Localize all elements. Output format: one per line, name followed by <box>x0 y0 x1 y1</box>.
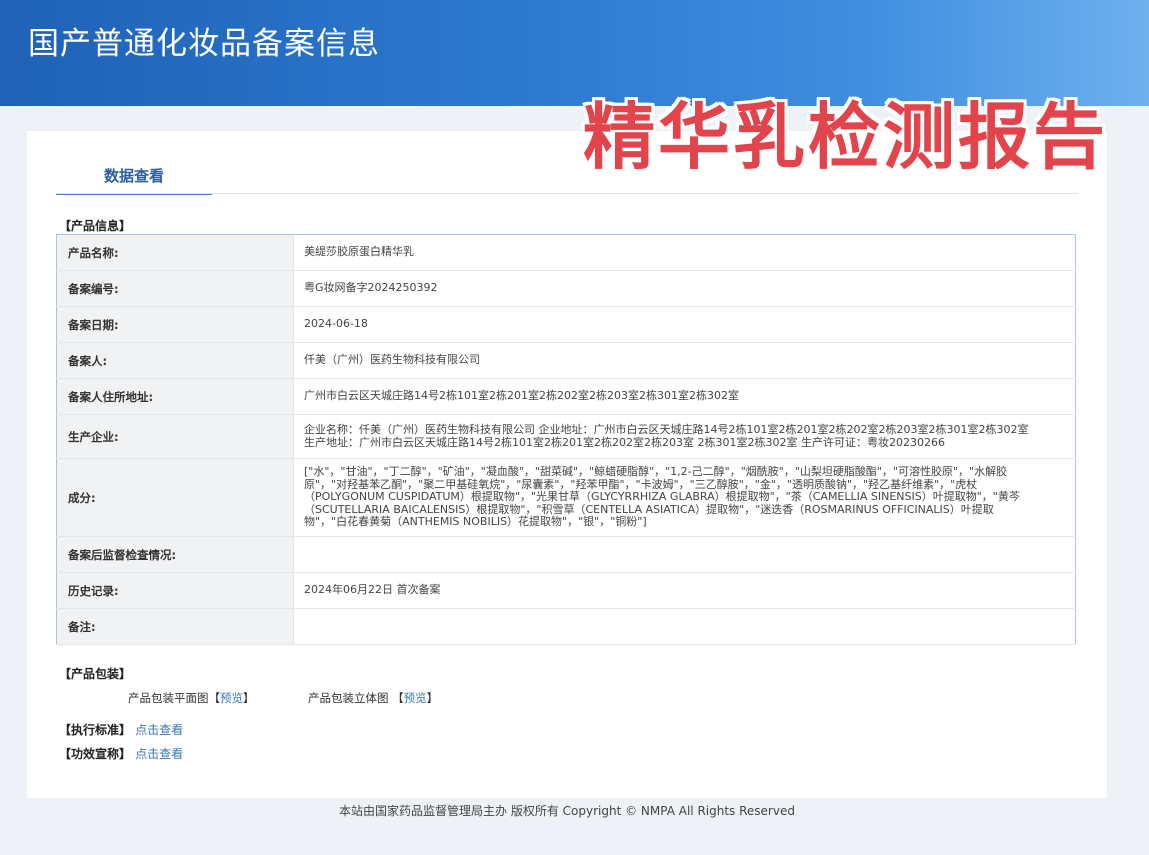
packaging-flat: 产品包装平面图【预览】 <box>128 690 255 706</box>
table-row: 备案人住所地址: 广州市白云区天城庄路14号2栋101室2栋201室2栋202室… <box>56 378 1076 415</box>
row-label: 历史记录: <box>56 572 294 609</box>
table-row: 备案日期: 2024-06-18 <box>56 306 1076 343</box>
table-row: 产品名称: 美缇莎胶原蛋白精华乳 <box>56 234 1076 271</box>
efficacy-view-link[interactable]: 点击查看 <box>135 747 183 761</box>
row-label: 备案后监督检查情况: <box>56 536 294 573</box>
row-label: 产品名称: <box>56 234 294 271</box>
standard-heading: 【执行标准】 <box>59 723 132 737</box>
row-label: 成分: <box>56 458 294 537</box>
row-label: 生产企业: <box>56 414 294 459</box>
row-label: 备案人: <box>56 342 294 379</box>
packaging-stereo: 产品包装立体图 【预览】 <box>308 690 438 706</box>
standard-view-link[interactable]: 点击查看 <box>135 723 183 737</box>
tab-data-view[interactable]: 数据查看 <box>56 153 212 195</box>
row-value: ["水"，"甘油"，"丁二醇"，"矿油"，"凝血酸"，"甜菜碱"，"鲸蜡硬脂醇"… <box>293 458 1076 537</box>
row-label: 备注: <box>56 608 294 645</box>
packaging-heading: 【产品包装】 <box>59 667 132 681</box>
row-value <box>293 608 1076 645</box>
row-value: 2024-06-18 <box>293 306 1076 343</box>
row-value: 企业名称：仟美（广州）医药生物科技有限公司 企业地址：广州市白云区天城庄路14号… <box>293 414 1076 459</box>
table-row: 成分: ["水"，"甘油"，"丁二醇"，"矿油"，"凝血酸"，"甜菜碱"，"鲸蜡… <box>56 458 1076 537</box>
row-value: 粤G妆网备字2024250392 <box>293 270 1076 307</box>
table-row: 备注: <box>56 608 1076 645</box>
site-title: 国产普通化妆品备案信息 <box>28 26 380 62</box>
table-row: 备案人: 仟美（广州）医药生物科技有限公司 <box>56 342 1076 379</box>
efficacy-heading: 【功效宣称】 <box>59 747 132 761</box>
tab-divider <box>56 193 1078 194</box>
bracket-close: 】 <box>426 691 439 705</box>
row-value: 广州市白云区天城庄路14号2栋101室2栋201室2栋202室2栋203室2栋3… <box>293 378 1076 415</box>
preview-flat-link[interactable]: 预览 <box>220 691 243 705</box>
row-label: 备案编号: <box>56 270 294 307</box>
row-value: 2024年06月22日 首次备案 <box>293 572 1076 609</box>
product-info-table: 产品名称: 美缇莎胶原蛋白精华乳 备案编号: 粤G妆网备字2024250392 … <box>56 234 1076 645</box>
bracket-open: 【 <box>208 691 221 705</box>
row-label: 备案日期: <box>56 306 294 343</box>
row-value <box>293 536 1076 573</box>
table-row: 历史记录: 2024年06月22日 首次备案 <box>56 572 1076 609</box>
footer-copyright: 本站由国家药品监督管理局主办 版权所有 Copyright © NMPA All… <box>339 804 795 818</box>
bracket-close: 】 <box>243 691 255 705</box>
content-card: 数据查看 【产品信息】 产品名称: 美缇莎胶原蛋白精华乳 备案编号: 粤G妆网备… <box>27 131 1107 798</box>
packaging-stereo-label: 产品包装立体图 <box>308 691 389 705</box>
product-info-heading: 【产品信息】 <box>59 219 132 233</box>
table-row: 生产企业: 企业名称：仟美（广州）医药生物科技有限公司 企业地址：广州市白云区天… <box>56 414 1076 459</box>
efficacy-row: 【功效宣称】 点击查看 <box>59 745 183 762</box>
table-row: 备案编号: 粤G妆网备字2024250392 <box>56 270 1076 307</box>
overlay-caption: 精华乳检测报告 <box>583 95 1109 179</box>
standard-row: 【执行标准】 点击查看 <box>59 721 183 738</box>
row-label: 备案人住所地址: <box>56 378 294 415</box>
bracket-open: 【 <box>392 691 404 705</box>
preview-stereo-link[interactable]: 预览 <box>404 691 427 705</box>
row-value: 美缇莎胶原蛋白精华乳 <box>293 234 1076 271</box>
table-row: 备案后监督检查情况: <box>56 536 1076 573</box>
row-value: 仟美（广州）医药生物科技有限公司 <box>293 342 1076 379</box>
packaging-flat-label: 产品包装平面图 <box>128 691 209 705</box>
tab-label: 数据查看 <box>103 167 164 185</box>
